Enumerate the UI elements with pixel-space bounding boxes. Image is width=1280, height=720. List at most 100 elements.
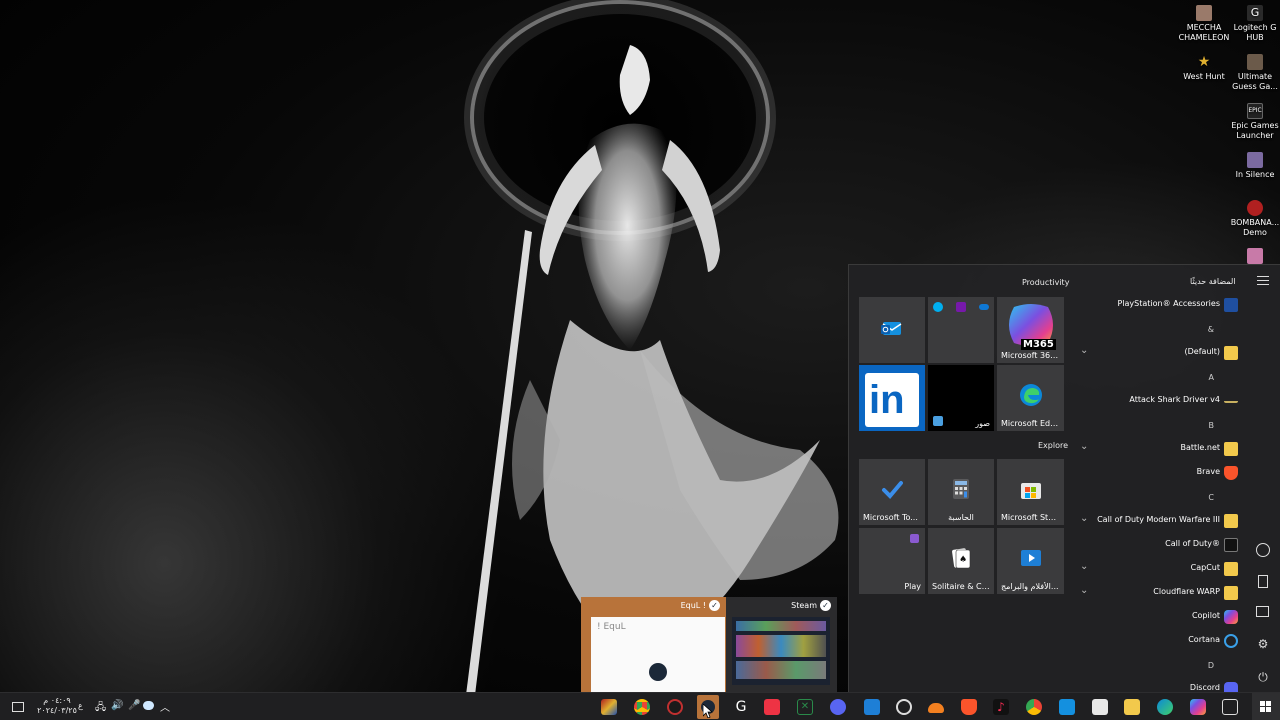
tile-calculator[interactable]: الحاسبة: [928, 459, 994, 525]
game-icon: [1196, 5, 1212, 21]
desktop-icon-logitech-g-hub[interactable]: G Logitech G HUB: [1229, 5, 1280, 43]
desktop-icon-in-silence[interactable]: In Silence: [1229, 152, 1280, 180]
letter-header[interactable]: B: [1209, 421, 1215, 430]
group-title-explore[interactable]: Explore: [1038, 441, 1068, 450]
app-item-cloudflare-warp[interactable]: ⌄ Cloudflare WARP: [1076, 583, 1244, 603]
app-item-default[interactable]: ⌄ (Default): [1076, 343, 1244, 363]
tile-photos[interactable]: صور: [928, 365, 994, 431]
settings-gear-icon[interactable]: ⚙: [1255, 636, 1271, 652]
brave-taskbar-icon[interactable]: [961, 699, 977, 715]
edge-taskbar-icon[interactable]: [1157, 699, 1173, 715]
app-item-capcut[interactable]: ⌄ CapCut: [1076, 559, 1244, 579]
linkedin-icon: in: [865, 373, 919, 427]
file-explorer-icon[interactable]: [1124, 699, 1140, 715]
taskbar-app-blue[interactable]: [864, 699, 880, 715]
pictures-icon[interactable]: [1255, 604, 1271, 620]
tile-label: Microsoft Store: [1001, 513, 1060, 522]
taskbar-thumbnails: EquL ! ✓ ! EquL Steam ✓: [581, 597, 837, 693]
taskbar-app-red[interactable]: [667, 699, 683, 715]
user-avatar-icon[interactable]: [1255, 542, 1271, 558]
language-indicator[interactable]: ع: [78, 701, 83, 713]
thumbnail-steam[interactable]: Steam ✓: [726, 597, 837, 693]
clock[interactable]: ٠٤:٠٩ م ٢٠٢٤/٠٣/٢٥: [36, 693, 78, 720]
tile-office-apps[interactable]: [928, 297, 994, 363]
tile-microsoft-todo[interactable]: Microsoft To...: [859, 459, 925, 525]
app-item-brave[interactable]: Brave: [1076, 463, 1244, 483]
volume-icon[interactable]: 🔊: [111, 700, 123, 714]
taskbar-app-game[interactable]: [601, 699, 617, 715]
speedtest-icon[interactable]: [896, 699, 912, 715]
app-label: Call of Duty®: [1165, 539, 1220, 548]
app-label: Brave: [1196, 467, 1220, 476]
app-item-battle-net[interactable]: ⌄ Battle.net: [1076, 439, 1244, 459]
folder-icon: [1224, 346, 1238, 360]
start-button[interactable]: [1252, 693, 1280, 720]
m365-badge: M365: [1021, 339, 1056, 350]
taskbar: ٠٤:٠٩ م ٢٠٢٤/٠٣/٢٥ ع 🖧 🔊 🎤 ︿ G ✕ ♪: [0, 692, 1280, 720]
desktop-icon-label: West Hunt: [1183, 72, 1225, 81]
letter-header[interactable]: D: [1208, 661, 1214, 670]
cortana-icon: [1224, 634, 1238, 648]
star-icon: ★: [1197, 54, 1211, 70]
chevron-up-icon[interactable]: ︿: [160, 699, 170, 714]
tile-solitaire[interactable]: ♠ Solitaire & Ca...: [928, 528, 994, 594]
game-icon: [1247, 248, 1263, 264]
tile-outlook[interactable]: [859, 297, 925, 363]
thumbnail-title: Steam: [791, 601, 817, 610]
tile-linkedin[interactable]: in: [859, 365, 925, 431]
letter-header[interactable]: A: [1209, 373, 1214, 382]
calculator-icon: [953, 478, 969, 499]
copilot-icon: [1224, 610, 1238, 624]
tile-label: Play: [904, 582, 921, 591]
recently-added-header[interactable]: المضافة حديثًا: [1190, 277, 1236, 286]
brave-icon: [1224, 466, 1238, 480]
app-item-cortana[interactable]: Cortana: [1076, 631, 1244, 651]
outlook-taskbar-icon[interactable]: [1059, 699, 1075, 715]
letter-header[interactable]: &: [1208, 325, 1214, 334]
microphone-icon[interactable]: 🎤: [128, 700, 140, 714]
chrome-icon[interactable]: [634, 699, 650, 715]
tile-microsoft-edge[interactable]: Microsoft Edge: [997, 365, 1064, 431]
discord-taskbar-icon[interactable]: [830, 699, 846, 715]
tile-label: الأفلام والبرامج...: [1001, 582, 1059, 591]
desktop-icon-ultimate-guess[interactable]: Ultimate Guess Ga...: [1229, 54, 1280, 92]
app-item-call-of-duty[interactable]: Call of Duty®: [1076, 535, 1244, 555]
thumbnail-equl[interactable]: EquL ! ✓ ! EquL: [581, 597, 726, 693]
app-item-copilot[interactable]: Copilot: [1076, 607, 1244, 627]
cod-icon: [1224, 538, 1238, 552]
desktop-icon-epic-games[interactable]: EPIC Epic Games Launcher: [1229, 103, 1280, 141]
store-taskbar-icon[interactable]: [1092, 699, 1108, 715]
documents-icon[interactable]: [1255, 574, 1271, 590]
task-view-icon[interactable]: [1222, 699, 1238, 715]
letter-header[interactable]: C: [1208, 493, 1214, 502]
tile-play[interactable]: Play: [859, 528, 925, 594]
desktop-icon-meccha-chameleon[interactable]: MECCHA CHAMELEON: [1178, 5, 1230, 43]
chrome-icon[interactable]: [1026, 699, 1042, 715]
movies-icon: [1020, 549, 1041, 566]
tile-microsoft-store[interactable]: Microsoft Store: [997, 459, 1064, 525]
folder-icon: [1224, 562, 1238, 576]
copilot-taskbar-icon[interactable]: [1190, 699, 1206, 715]
cloudflare-warp-tray-icon[interactable]: [143, 701, 154, 713]
taskbar-app-pdf[interactable]: [764, 699, 780, 715]
group-title-productivity[interactable]: Productivity: [1022, 278, 1069, 287]
app-item-attack-shark[interactable]: Attack Shark Driver v4: [1076, 391, 1244, 411]
folder-icon: [1224, 586, 1238, 600]
outlook-icon: [881, 321, 902, 335]
start-rail: ⚙ ⏻: [1246, 264, 1280, 692]
desktop-icon-west-hunt[interactable]: ★ West Hunt: [1178, 54, 1230, 82]
app-label: Discord: [1189, 683, 1220, 692]
cloudflare-icon[interactable]: [928, 703, 944, 713]
power-icon[interactable]: ⏻: [1255, 669, 1271, 685]
tile-microsoft-365[interactable]: M365 Microsoft 365...: [997, 297, 1064, 363]
app-item-playstation-accessories[interactable]: PlayStation® Accessories: [1076, 295, 1244, 315]
network-icon[interactable]: 🖧: [95, 700, 106, 714]
tile-movies-tv[interactable]: الأفلام والبرامج...: [997, 528, 1064, 594]
tile-label: Microsoft 365...: [1001, 351, 1060, 360]
app-item-cod-mw3[interactable]: ⌄ Call of Duty Modern Warfare III: [1076, 511, 1244, 531]
steam-icon: ✓: [820, 600, 831, 611]
desktop-icon-bombana-demo[interactable]: BOMBANA... Demo: [1229, 200, 1280, 238]
xbox-icon[interactable]: ✕: [797, 699, 813, 715]
tiktok-icon[interactable]: ♪: [993, 699, 1009, 715]
logitech-taskbar-icon[interactable]: G: [733, 699, 749, 715]
